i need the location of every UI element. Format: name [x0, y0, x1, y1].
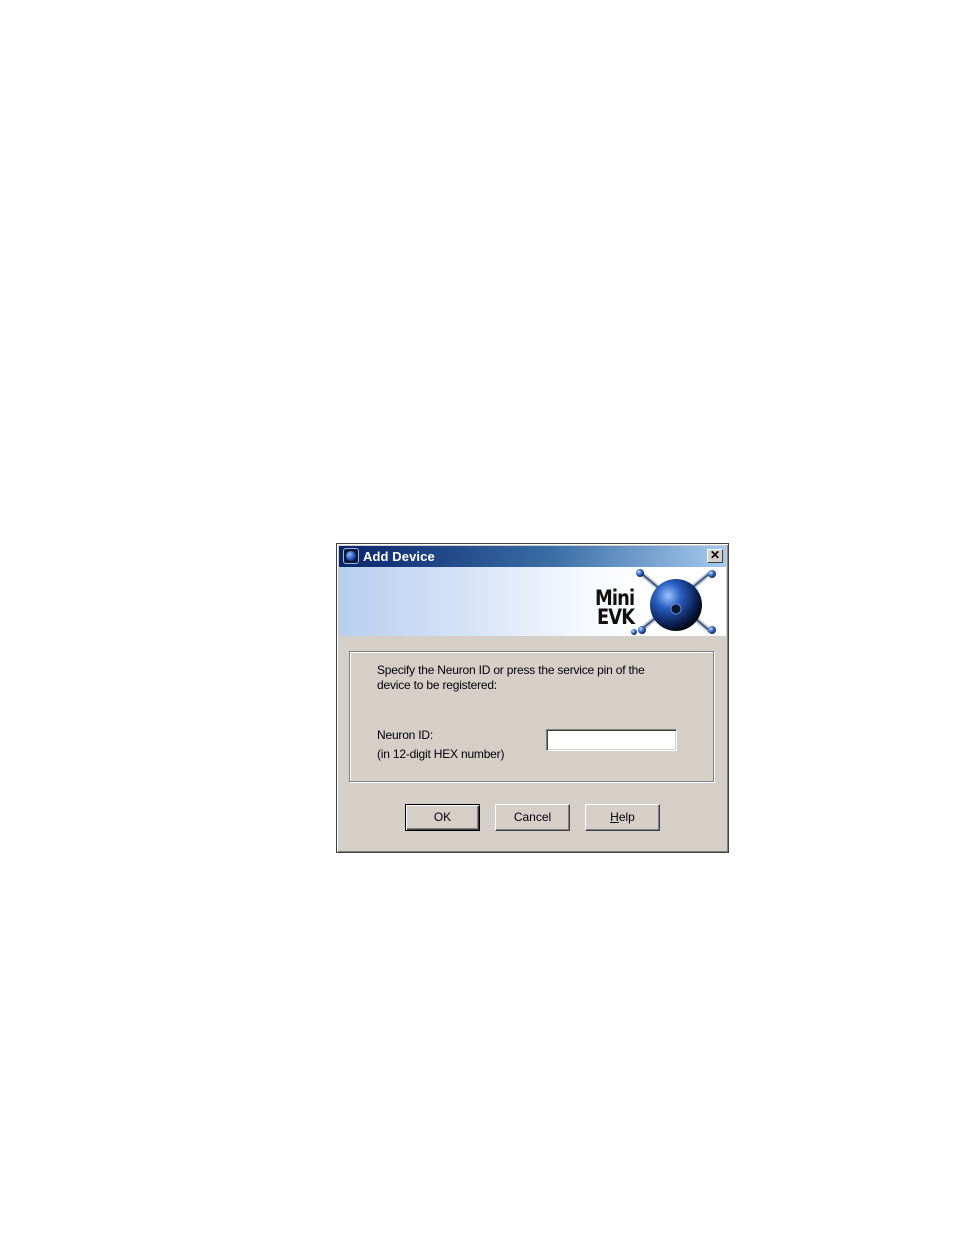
logo-line-2: EVK [596, 605, 635, 629]
add-device-dialog: Add Device ✕ Mini EVK Specify the Neuron… [336, 543, 729, 853]
close-icon: ✕ [709, 548, 721, 562]
title-bar[interactable]: Add Device ✕ [339, 546, 726, 567]
neuron-id-hint: (in 12-digit HEX number) [377, 747, 505, 761]
banner: Mini EVK [339, 567, 726, 636]
mini-evk-logo: Mini EVK [595, 588, 635, 629]
sphere-molecule-icon [631, 569, 716, 635]
neuron-id-label: Neuron ID: [377, 728, 434, 742]
instruction-text: Specify the Neuron ID or press the servi… [377, 663, 687, 693]
help-button[interactable]: Help [585, 804, 660, 831]
ok-button[interactable]: OK [405, 804, 480, 831]
instruction-line-2: device to be registered: [377, 678, 497, 692]
app-icon [343, 548, 359, 564]
window-title: Add Device [363, 549, 435, 564]
close-button[interactable]: ✕ [707, 549, 723, 563]
help-accelerator: H [610, 810, 619, 824]
help-label-rest: elp [618, 810, 635, 824]
instruction-line-1: Specify the Neuron ID or press the servi… [377, 663, 645, 677]
neuron-id-input[interactable] [546, 729, 677, 751]
cancel-button[interactable]: Cancel [495, 804, 570, 831]
